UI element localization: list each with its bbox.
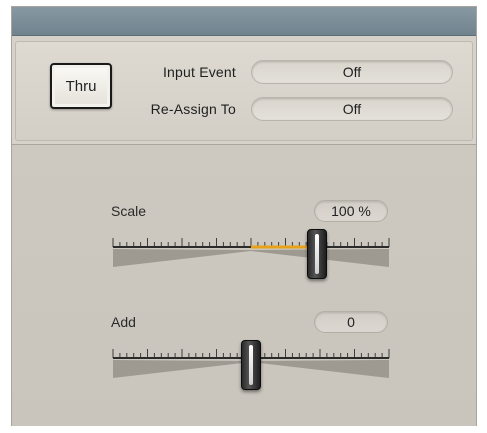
- add-label: Add: [111, 314, 136, 330]
- routing-section: Thru Input Event Off Re-Assign To Off: [15, 41, 473, 141]
- input-event-label: Input Event: [162, 64, 236, 80]
- scale-label: Scale: [111, 203, 147, 219]
- scale-slider[interactable]: [112, 229, 390, 279]
- midi-transform-panel: Thru Input Event Off Re-Assign To Off Sc…: [11, 6, 477, 426]
- add-slider[interactable]: [112, 340, 390, 390]
- add-value-field[interactable]: 0: [314, 311, 388, 333]
- scale-add-section: Scale 100 % Add 0: [12, 144, 476, 426]
- scale-slider-knob[interactable]: [307, 229, 328, 279]
- scale-slider-track: [112, 238, 390, 267]
- title-bar: [12, 7, 476, 36]
- add-slider-knob[interactable]: [241, 340, 261, 390]
- input-event-selector[interactable]: Off: [251, 60, 453, 84]
- slider-wedge: [113, 249, 389, 267]
- reassign-selector[interactable]: Off: [251, 97, 453, 121]
- scale-value-field[interactable]: 100 %: [314, 200, 388, 222]
- thru-button[interactable]: Thru: [50, 63, 112, 109]
- reassign-label: Re-Assign To: [150, 101, 236, 117]
